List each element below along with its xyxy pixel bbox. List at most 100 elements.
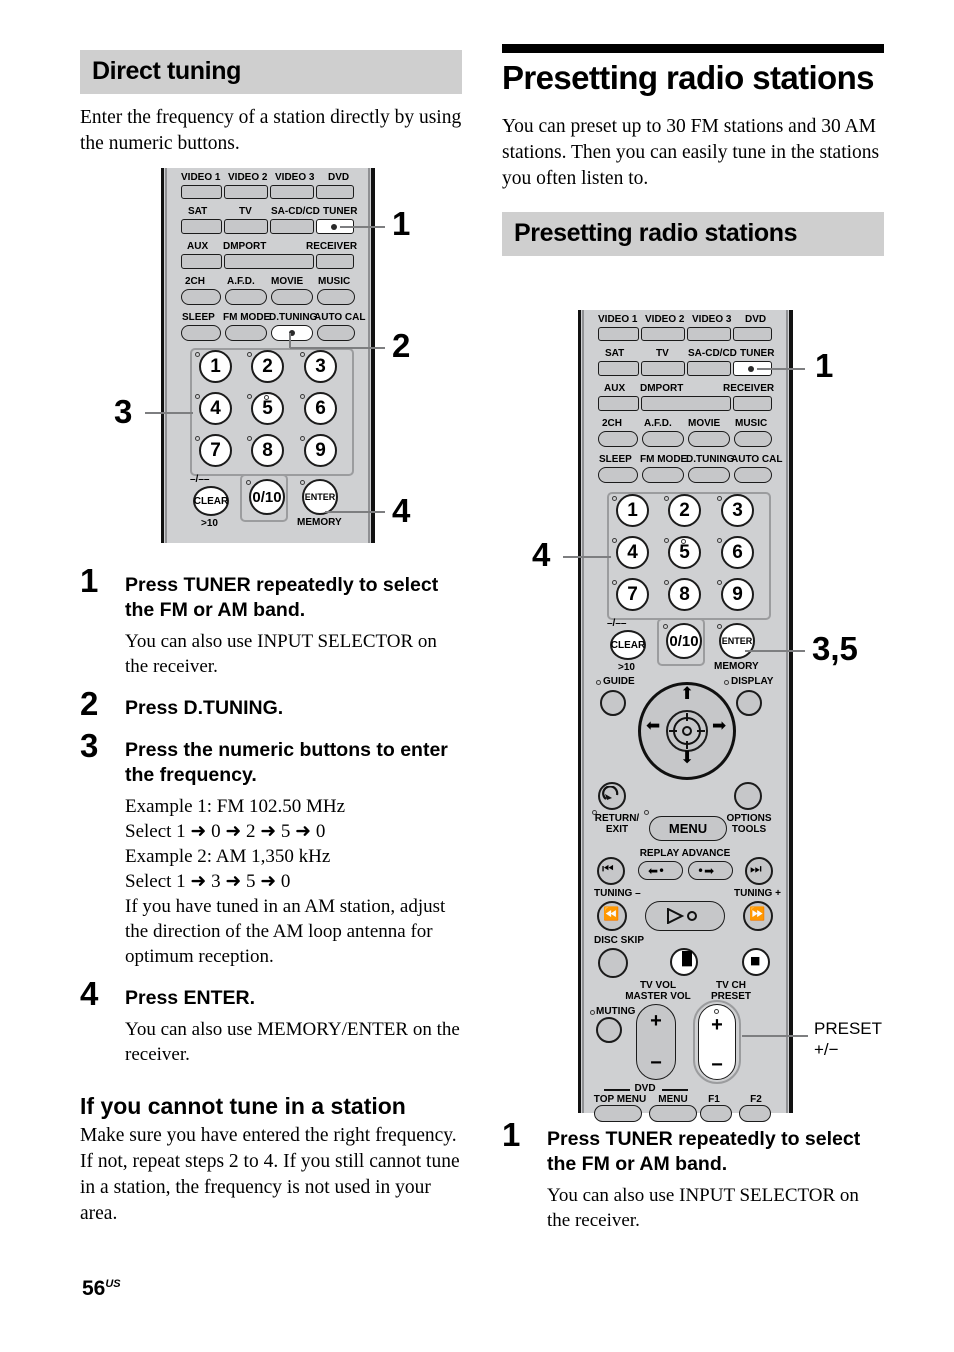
stop-icon: ■ <box>750 954 761 967</box>
dvd-menu-button[interactable] <box>649 1105 697 1122</box>
dpad-right-icon[interactable]: ➡ <box>712 718 726 735</box>
numeric-button-7[interactable]: 7 <box>199 434 232 467</box>
guide-button[interactable] <box>600 690 626 716</box>
led-8-r <box>664 580 669 585</box>
button-d-tuning-r[interactable] <box>688 467 730 483</box>
zero-ten-button[interactable]: 0/10 <box>249 479 285 515</box>
numeric-button-3[interactable]: 3 <box>304 350 337 383</box>
dpad-up-icon[interactable]: ⬆ <box>680 686 694 703</box>
step-4-detail: You can also use MEMORY/ENTER on the rec… <box>125 1019 460 1065</box>
zero-ten-button-r[interactable]: 0/10 <box>666 623 702 659</box>
master-volume-plus[interactable]: + <box>636 1010 676 1033</box>
label-clear-top: –/–– <box>190 474 210 485</box>
label-dmport: DMPORT <box>223 241 267 252</box>
numeric-button-7-r[interactable]: 7 <box>616 578 649 611</box>
step-4: 4 Press ENTER. You can also use MEMORY/E… <box>80 977 462 1067</box>
numeric-button-3-r[interactable]: 3 <box>721 494 754 527</box>
led-7 <box>195 436 200 441</box>
button-video-3[interactable] <box>270 185 314 199</box>
options-tools-button[interactable] <box>734 782 762 810</box>
button-fm-mode[interactable] <box>225 325 267 341</box>
numeric-button-1[interactable]: 1 <box>199 350 232 383</box>
button-dmport[interactable] <box>224 254 314 269</box>
numeric-button-4-r[interactable]: 4 <box>616 536 649 569</box>
led-8 <box>247 436 252 441</box>
button-sat[interactable] <box>181 219 222 234</box>
button-sa-cd-cd-r[interactable] <box>687 361 731 376</box>
master-volume-minus[interactable]: − <box>636 1052 676 1075</box>
disc-skip-button[interactable] <box>598 948 628 978</box>
button-auto-cal[interactable] <box>317 325 355 341</box>
numeric-button-9[interactable]: 9 <box>304 434 337 467</box>
button-afd-r[interactable] <box>642 431 684 447</box>
button-movie[interactable] <box>271 289 313 305</box>
clear-button-r[interactable]: CLEAR <box>610 630 646 660</box>
button-music[interactable] <box>317 289 355 305</box>
button-tv-r[interactable] <box>641 361 685 376</box>
button-dvd-input-r[interactable] <box>733 327 772 341</box>
button-sleep[interactable] <box>181 325 221 341</box>
led-2-r <box>664 496 669 501</box>
preset-plus[interactable]: + <box>698 1014 736 1037</box>
button-video-1-r[interactable] <box>598 327 639 341</box>
button-dmport-r[interactable] <box>641 396 731 411</box>
numeric-button-1-r[interactable]: 1 <box>616 494 649 527</box>
numeric-button-8-r[interactable]: 8 <box>668 578 701 611</box>
dpad-left-icon[interactable]: ⬅ <box>646 718 660 735</box>
label-clear-bottom: >10 <box>201 518 218 529</box>
menu-button[interactable]: MENU <box>649 816 727 841</box>
numeric-button-4[interactable]: 4 <box>199 392 232 425</box>
top-menu-button[interactable] <box>594 1105 642 1122</box>
clear-button[interactable]: CLEAR <box>193 486 229 516</box>
button-sat-r[interactable] <box>598 361 639 376</box>
button-receiver[interactable] <box>316 254 354 269</box>
label-f1: F1 <box>708 1094 720 1105</box>
button-2ch[interactable] <box>181 289 221 305</box>
button-2ch-r[interactable] <box>598 431 638 447</box>
button-video-2-r[interactable] <box>641 327 685 341</box>
numeric-button-9-r[interactable]: 9 <box>721 578 754 611</box>
button-tv[interactable] <box>224 219 268 234</box>
display-button[interactable] <box>736 690 762 716</box>
label-auto-cal-r: AUTO CAL <box>731 454 783 465</box>
button-dvd-input[interactable] <box>316 185 354 199</box>
enter-button[interactable]: ENTER <box>302 479 338 515</box>
numeric-button-6-r[interactable]: 6 <box>721 536 754 569</box>
numeric-button-2[interactable]: 2 <box>251 350 284 383</box>
label-afd-r: A.F.D. <box>644 418 672 429</box>
enter-button-r[interactable]: ENTER <box>719 623 755 659</box>
numeric-button-6[interactable]: 6 <box>304 392 337 425</box>
callout-right-preset-label: PRESET +/− <box>814 1019 883 1059</box>
button-receiver-r[interactable] <box>733 396 772 411</box>
cannot-tune-body: Make sure you have entered the right fre… <box>80 1125 460 1225</box>
led-1 <box>195 352 200 357</box>
presetting-section-heading: Presetting radio stations <box>502 212 884 257</box>
button-movie-r[interactable] <box>688 431 730 447</box>
preset-minus[interactable]: − <box>698 1054 736 1077</box>
muting-button[interactable] <box>596 1017 622 1043</box>
right-steps: 1 Press TUNER repeatedly to select the F… <box>502 1118 884 1233</box>
button-auto-cal-r[interactable] <box>734 467 772 483</box>
led-guide <box>596 680 601 685</box>
replay-icon: ⬅• <box>648 864 666 878</box>
button-aux[interactable] <box>181 254 222 269</box>
f2-button[interactable] <box>739 1105 771 1122</box>
leader-tick-left-2 <box>289 333 291 348</box>
button-video-1[interactable] <box>181 185 222 199</box>
label-master-vol: MASTER VOL <box>625 991 691 1002</box>
numeric-button-2-r[interactable]: 2 <box>668 494 701 527</box>
button-music-r[interactable] <box>734 431 772 447</box>
numeric-button-8[interactable]: 8 <box>251 434 284 467</box>
f1-button[interactable] <box>700 1105 732 1122</box>
button-video-2[interactable] <box>224 185 268 199</box>
dpad-down-icon[interactable]: ⬇ <box>680 750 694 767</box>
button-sa-cd-cd[interactable] <box>270 219 314 234</box>
cannot-tune-heading: If you cannot tune in a station <box>80 1093 406 1119</box>
button-aux-r[interactable] <box>598 396 639 411</box>
button-afd[interactable] <box>225 289 267 305</box>
button-video-3-r[interactable] <box>687 327 731 341</box>
button-sleep-r[interactable] <box>598 467 638 483</box>
leader-line-left-3 <box>145 412 193 414</box>
button-fm-mode-r[interactable] <box>642 467 684 483</box>
next-track-icon: ⏭ <box>750 862 762 877</box>
